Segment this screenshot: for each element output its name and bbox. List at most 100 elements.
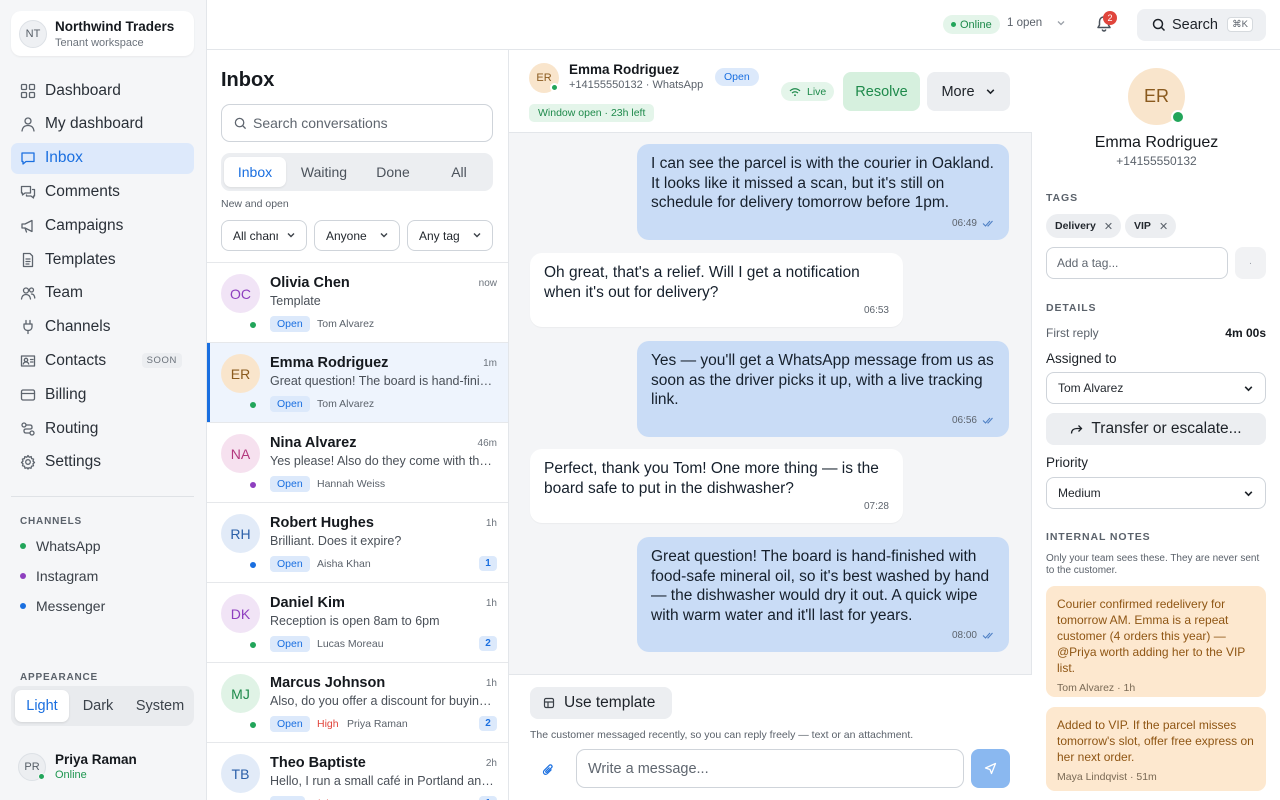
- notes-hint: Only your team sees these. They are neve…: [1046, 553, 1260, 576]
- more-button[interactable]: More: [927, 72, 1010, 111]
- tab-hint: New and open: [221, 198, 289, 210]
- sidebar-item-routing[interactable]: Routing: [11, 413, 194, 444]
- sidebar-item-templates[interactable]: Templates: [11, 244, 194, 275]
- sidebar-item-campaigns[interactable]: Campaigns: [11, 210, 194, 241]
- channel-filter[interactable]: All channels: [221, 220, 307, 251]
- conversation-status-badge: Open: [270, 396, 310, 412]
- contact-name: Emma Rodriguez: [569, 62, 680, 77]
- channel-color-dot: [20, 543, 26, 549]
- message-input[interactable]: [576, 749, 964, 788]
- message-timestamp: 08:00: [952, 626, 995, 646]
- message-text: Oh great, that's a relief. Will I get a …: [544, 264, 860, 301]
- message-time: 06:56: [951, 414, 977, 426]
- contacts-icon: [20, 353, 36, 369]
- sidebar-item-label: Routing: [45, 419, 99, 437]
- user-icon: [20, 116, 36, 132]
- tab-all[interactable]: All: [428, 157, 490, 187]
- paperclip-icon[interactable]: [542, 763, 555, 777]
- appearance-dark[interactable]: Dark: [73, 690, 123, 722]
- assignee-filter-value: Anyone: [326, 228, 367, 243]
- contact-detail-online-dot: [1171, 110, 1185, 124]
- conversation-item[interactable]: DK Daniel Kim 1h Reception is open 8am to 6…: [207, 582, 508, 662]
- conversation-preview: Reception is open 8am to 6pm: [270, 614, 440, 628]
- unread-count-badge: 2: [479, 716, 497, 731]
- search-icon: [1152, 18, 1166, 32]
- messaging-window-pill: Window open · 23h left: [529, 104, 655, 122]
- incoming-message: Oh great, that's a relief. Will I get a …: [530, 253, 903, 327]
- sidebar-item-team[interactable]: Team: [11, 278, 194, 309]
- message-timestamp: 06:56: [952, 411, 995, 431]
- sidebar-item-contacts[interactable]: Contacts SOON: [11, 345, 194, 376]
- appearance-system[interactable]: System: [129, 690, 191, 722]
- details-heading: DETAILS: [1046, 302, 1097, 314]
- sidebar-item-label: Dashboard: [45, 81, 121, 99]
- conversation-item[interactable]: TB Theo Baptiste 2h Hello, I run a small ca…: [207, 742, 508, 800]
- sidebar-item-billing[interactable]: Billing: [11, 379, 194, 410]
- assignee-label: Hannah Weiss: [317, 478, 386, 490]
- assignee-label: Aisha Khan: [317, 558, 371, 570]
- chat-header: ER Emma Rodriguez +14155550132 · WhatsAp…: [509, 50, 1032, 133]
- conversation-name: Daniel Kim: [270, 595, 345, 611]
- sidebar-item-my-dashboard[interactable]: My dashboard: [11, 109, 194, 140]
- transfer-escalate-button[interactable]: Transfer or escalate...: [1046, 413, 1266, 445]
- conversation-name: Emma Rodriguez: [270, 355, 389, 371]
- sidebar-item-settings[interactable]: Settings: [11, 447, 194, 478]
- open-count-dropdown[interactable]: 1 open: [1007, 17, 1066, 29]
- conversation-item[interactable]: OC Olivia Chen now Template Open Tom Alvarez: [207, 262, 508, 342]
- outgoing-message: Yes — you'll get a WhatsApp message from…: [637, 341, 1009, 437]
- use-template-button[interactable]: Use template: [530, 687, 672, 719]
- agent-status-label: Online: [960, 18, 992, 31]
- conversation-item[interactable]: ER Emma Rodriguez 1m Great question! The bo…: [207, 342, 508, 423]
- message-time: 08:00: [951, 629, 977, 641]
- tab-waiting[interactable]: Waiting: [293, 157, 355, 187]
- remove-tag-icon[interactable]: ✕: [1159, 220, 1168, 233]
- wifi-icon: [789, 87, 801, 96]
- send-button[interactable]: [971, 749, 1010, 788]
- sidebar-item-label: Contacts: [45, 351, 107, 369]
- conversation-item[interactable]: MJ Marcus Johnson 1h Also, do you offer a d…: [207, 662, 508, 742]
- sidebar-item-inbox[interactable]: Inbox: [11, 142, 194, 174]
- assignee-filter[interactable]: Anyone: [314, 220, 400, 251]
- channel-messenger[interactable]: Messenger: [20, 598, 105, 614]
- tag-filter[interactable]: Any tag: [407, 220, 493, 251]
- plug-icon: [20, 319, 36, 335]
- agent-status-pill[interactable]: Online: [943, 15, 1000, 34]
- conversation-search-input[interactable]: [253, 115, 473, 131]
- channel-whatsapp[interactable]: WhatsApp: [20, 538, 101, 554]
- remove-tag-icon[interactable]: ✕: [1104, 220, 1113, 233]
- sidebar-item-comments[interactable]: Comments: [11, 176, 194, 207]
- conversation-item[interactable]: RH Robert Hughes 1h Brilliant. Does it expi…: [207, 502, 508, 582]
- conversation-time: 1m: [483, 358, 497, 369]
- open-count-label: 1 open: [1007, 17, 1043, 29]
- resolve-button[interactable]: Resolve: [843, 72, 920, 111]
- workspace-switcher[interactable]: NT Northwind Traders Tenant workspace: [11, 11, 194, 56]
- sidebar-item-channels[interactable]: Channels: [11, 312, 194, 343]
- tab-inbox[interactable]: Inbox: [224, 157, 286, 187]
- assigned-label: Assigned to: [1046, 351, 1117, 366]
- conversation-time: 1h: [485, 518, 497, 529]
- appearance-light[interactable]: Light: [15, 690, 69, 722]
- conversation-preview: Great question! The board is hand-finish…: [270, 374, 498, 388]
- sidebar-item-label: Channels: [45, 318, 111, 336]
- channel-indicator-dot: [248, 400, 258, 410]
- sidebar-item-dashboard[interactable]: Dashboard: [11, 75, 194, 106]
- add-tag-button[interactable]: ·: [1235, 247, 1266, 279]
- assignee-select[interactable]: Tom Alvarez: [1046, 372, 1266, 404]
- conversation-status-badge: Open: [270, 316, 310, 332]
- inbox-title: Inbox: [221, 69, 275, 91]
- priority-label: High: [317, 718, 339, 730]
- tag-filter-value: Any tag: [419, 228, 460, 243]
- channel-instagram[interactable]: Instagram: [20, 568, 98, 584]
- chevron-down-icon: [473, 233, 481, 238]
- conversation-item[interactable]: NA Nina Alvarez 46m Yes please! Also do the…: [207, 422, 508, 502]
- routing-icon: [20, 421, 36, 437]
- global-search-button[interactable]: Search ⌘K: [1137, 9, 1266, 41]
- message-text: Perfect, thank you Tom! One more thing —…: [544, 460, 879, 497]
- priority-select[interactable]: Medium: [1046, 477, 1266, 509]
- conversation-name: Olivia Chen: [270, 275, 350, 291]
- tab-done[interactable]: Done: [362, 157, 424, 187]
- add-tag-input[interactable]: [1046, 247, 1228, 279]
- assignee-label: Priya Raman: [347, 718, 408, 730]
- search-label: Search: [1172, 17, 1218, 33]
- tag-label: Delivery: [1055, 220, 1096, 232]
